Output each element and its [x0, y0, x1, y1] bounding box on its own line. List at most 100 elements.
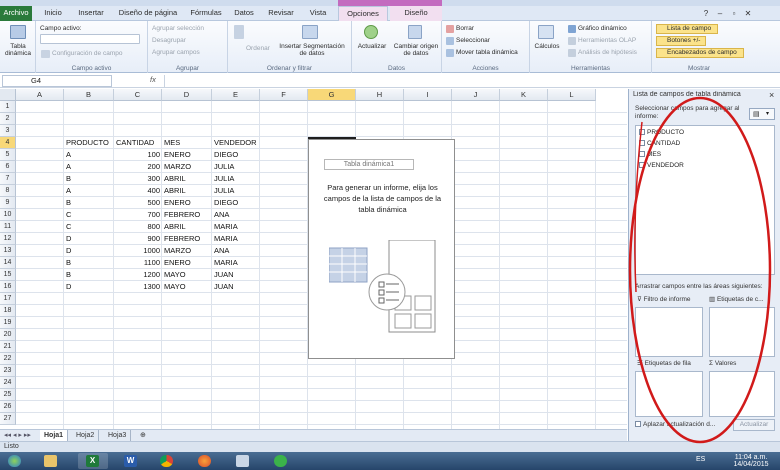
taskbar-explorer[interactable]	[36, 453, 66, 469]
table-cell[interactable]: ENERO	[162, 149, 212, 161]
taskbar-paint[interactable]	[228, 453, 258, 469]
move-pivot-button[interactable]: Mover tabla dinámica	[456, 49, 518, 56]
new-sheet-icon[interactable]: ⊕	[136, 430, 150, 441]
table-cell[interactable]: 1300	[114, 281, 162, 293]
field-checkbox[interactable]	[639, 162, 645, 168]
help-icon[interactable]: ?	[700, 8, 712, 19]
field-headers-toggle[interactable]: Encabezados de campo	[656, 48, 744, 58]
table-cell[interactable]: D	[64, 245, 114, 257]
field-settings-button[interactable]: Configuración de campo	[52, 50, 122, 57]
table-cell[interactable]: C	[64, 209, 114, 221]
field-checkbox[interactable]	[639, 151, 645, 157]
row-header-23[interactable]: 23	[0, 365, 16, 377]
row-header-11[interactable]: 11	[0, 221, 16, 233]
row-header-1[interactable]: 1	[0, 101, 16, 113]
refresh-button[interactable]: Actualizar	[352, 43, 392, 50]
taskbar-chrome[interactable]	[152, 453, 182, 469]
column-header-g[interactable]: G	[308, 89, 356, 101]
active-field-input[interactable]	[40, 34, 140, 44]
table-cell[interactable]: A	[64, 161, 114, 173]
table-cell[interactable]: A	[64, 185, 114, 197]
minimize-ribbon-icon[interactable]: ‒	[714, 8, 726, 19]
table-cell[interactable]: B	[64, 257, 114, 269]
column-header-j[interactable]: J	[452, 89, 500, 101]
table-header-cell[interactable]: MES	[162, 137, 212, 149]
table-cell[interactable]: MARIA	[212, 221, 260, 233]
group-field-button[interactable]: Agrupar campos	[152, 49, 200, 56]
table-cell[interactable]: B	[64, 197, 114, 209]
table-cell[interactable]: FEBRERO	[162, 209, 212, 221]
table-cell[interactable]: MAYO	[162, 281, 212, 293]
table-cell[interactable]: JULIA	[212, 185, 260, 197]
column-header-e[interactable]: E	[212, 89, 260, 101]
row-header-16[interactable]: 16	[0, 281, 16, 293]
table-cell[interactable]: B	[64, 269, 114, 281]
table-cell[interactable]: DIEGO	[212, 149, 260, 161]
clear-button[interactable]: Borrar	[456, 25, 474, 32]
row-header-10[interactable]: 10	[0, 209, 16, 221]
start-button[interactable]	[4, 453, 26, 469]
tab-diseno[interactable]: Diseño	[390, 6, 442, 21]
field-checkbox[interactable]	[639, 140, 645, 146]
row-header-24[interactable]: 24	[0, 377, 16, 389]
table-cell[interactable]: ANA	[212, 209, 260, 221]
tab-opciones[interactable]: Opciones	[338, 6, 388, 22]
field-item-mes[interactable]: MES	[639, 150, 661, 160]
taskbar-excel[interactable]: X	[78, 453, 108, 469]
fx-icon[interactable]: fx	[150, 75, 162, 87]
column-header-k[interactable]: K	[500, 89, 548, 101]
row-header-15[interactable]: 15	[0, 269, 16, 281]
sort-button[interactable]: Ordenar	[246, 45, 270, 52]
row-labels-area[interactable]	[635, 371, 703, 417]
language-indicator[interactable]: ES	[696, 456, 705, 463]
table-cell[interactable]: MARIA	[212, 257, 260, 269]
table-cell[interactable]: 400	[114, 185, 162, 197]
table-cell[interactable]: 1000	[114, 245, 162, 257]
field-item-producto[interactable]: PRODUCTO	[639, 128, 684, 138]
row-header-25[interactable]: 25	[0, 389, 16, 401]
restore-icon[interactable]: ▫	[728, 8, 740, 19]
column-header-i[interactable]: I	[404, 89, 452, 101]
update-button[interactable]: Actualizar	[733, 419, 775, 431]
row-header-20[interactable]: 20	[0, 329, 16, 341]
row-header-9[interactable]: 9	[0, 197, 16, 209]
change-source-button[interactable]: Cambiar origen de datos	[390, 43, 442, 57]
column-header-d[interactable]: D	[162, 89, 212, 101]
select-button[interactable]: Seleccionar	[456, 37, 490, 44]
taskbar-whatsapp[interactable]	[266, 453, 296, 469]
table-cell[interactable]: A	[64, 149, 114, 161]
taskbar-firefox[interactable]	[190, 453, 220, 469]
pivot-table-button[interactable]: Tabla dinámica	[0, 43, 36, 57]
pivot-table-placeholder[interactable]: Tabla dinámica1 Para generar un informe,…	[308, 139, 455, 359]
table-header-cell[interactable]: PRODUCTO	[64, 137, 114, 149]
calculations-button[interactable]: Cálculos	[530, 43, 564, 50]
values-area[interactable]	[709, 371, 775, 417]
table-cell[interactable]: C	[64, 221, 114, 233]
table-cell[interactable]: JUAN	[212, 281, 260, 293]
taskbar-clock[interactable]: 11:04 a.m. 14/04/2015	[726, 454, 776, 468]
column-header-h[interactable]: H	[356, 89, 404, 101]
row-header-5[interactable]: 5	[0, 149, 16, 161]
table-cell[interactable]: ENERO	[162, 257, 212, 269]
close-icon[interactable]: ✕	[742, 8, 754, 19]
row-header-6[interactable]: 6	[0, 161, 16, 173]
sheet-nav-arrows-icon[interactable]: ◂◂ ◂ ▸ ▸▸	[4, 431, 31, 439]
row-header-13[interactable]: 13	[0, 245, 16, 257]
row-header-27[interactable]: 27	[0, 413, 16, 425]
row-header-7[interactable]: 7	[0, 173, 16, 185]
row-header-14[interactable]: 14	[0, 257, 16, 269]
table-cell[interactable]: B	[64, 173, 114, 185]
sheet-tab-hoja2[interactable]: Hoja2	[72, 430, 100, 441]
table-cell[interactable]: 100	[114, 149, 162, 161]
table-cell[interactable]: MARIA	[212, 233, 260, 245]
row-header-17[interactable]: 17	[0, 293, 16, 305]
layout-options-button[interactable]: ▤ ▾	[749, 108, 775, 120]
field-checkbox[interactable]	[639, 129, 645, 135]
buttons-toggle[interactable]: Botones +/-	[656, 36, 706, 46]
field-item-cantidad[interactable]: CANTIDAD	[639, 139, 680, 149]
table-header-cell[interactable]: VENDEDOR	[212, 137, 260, 149]
table-cell[interactable]: JULIA	[212, 173, 260, 185]
tab-insertar[interactable]: Insertar	[72, 6, 110, 21]
table-cell[interactable]: ABRIL	[162, 221, 212, 233]
column-labels-area[interactable]	[709, 307, 775, 357]
